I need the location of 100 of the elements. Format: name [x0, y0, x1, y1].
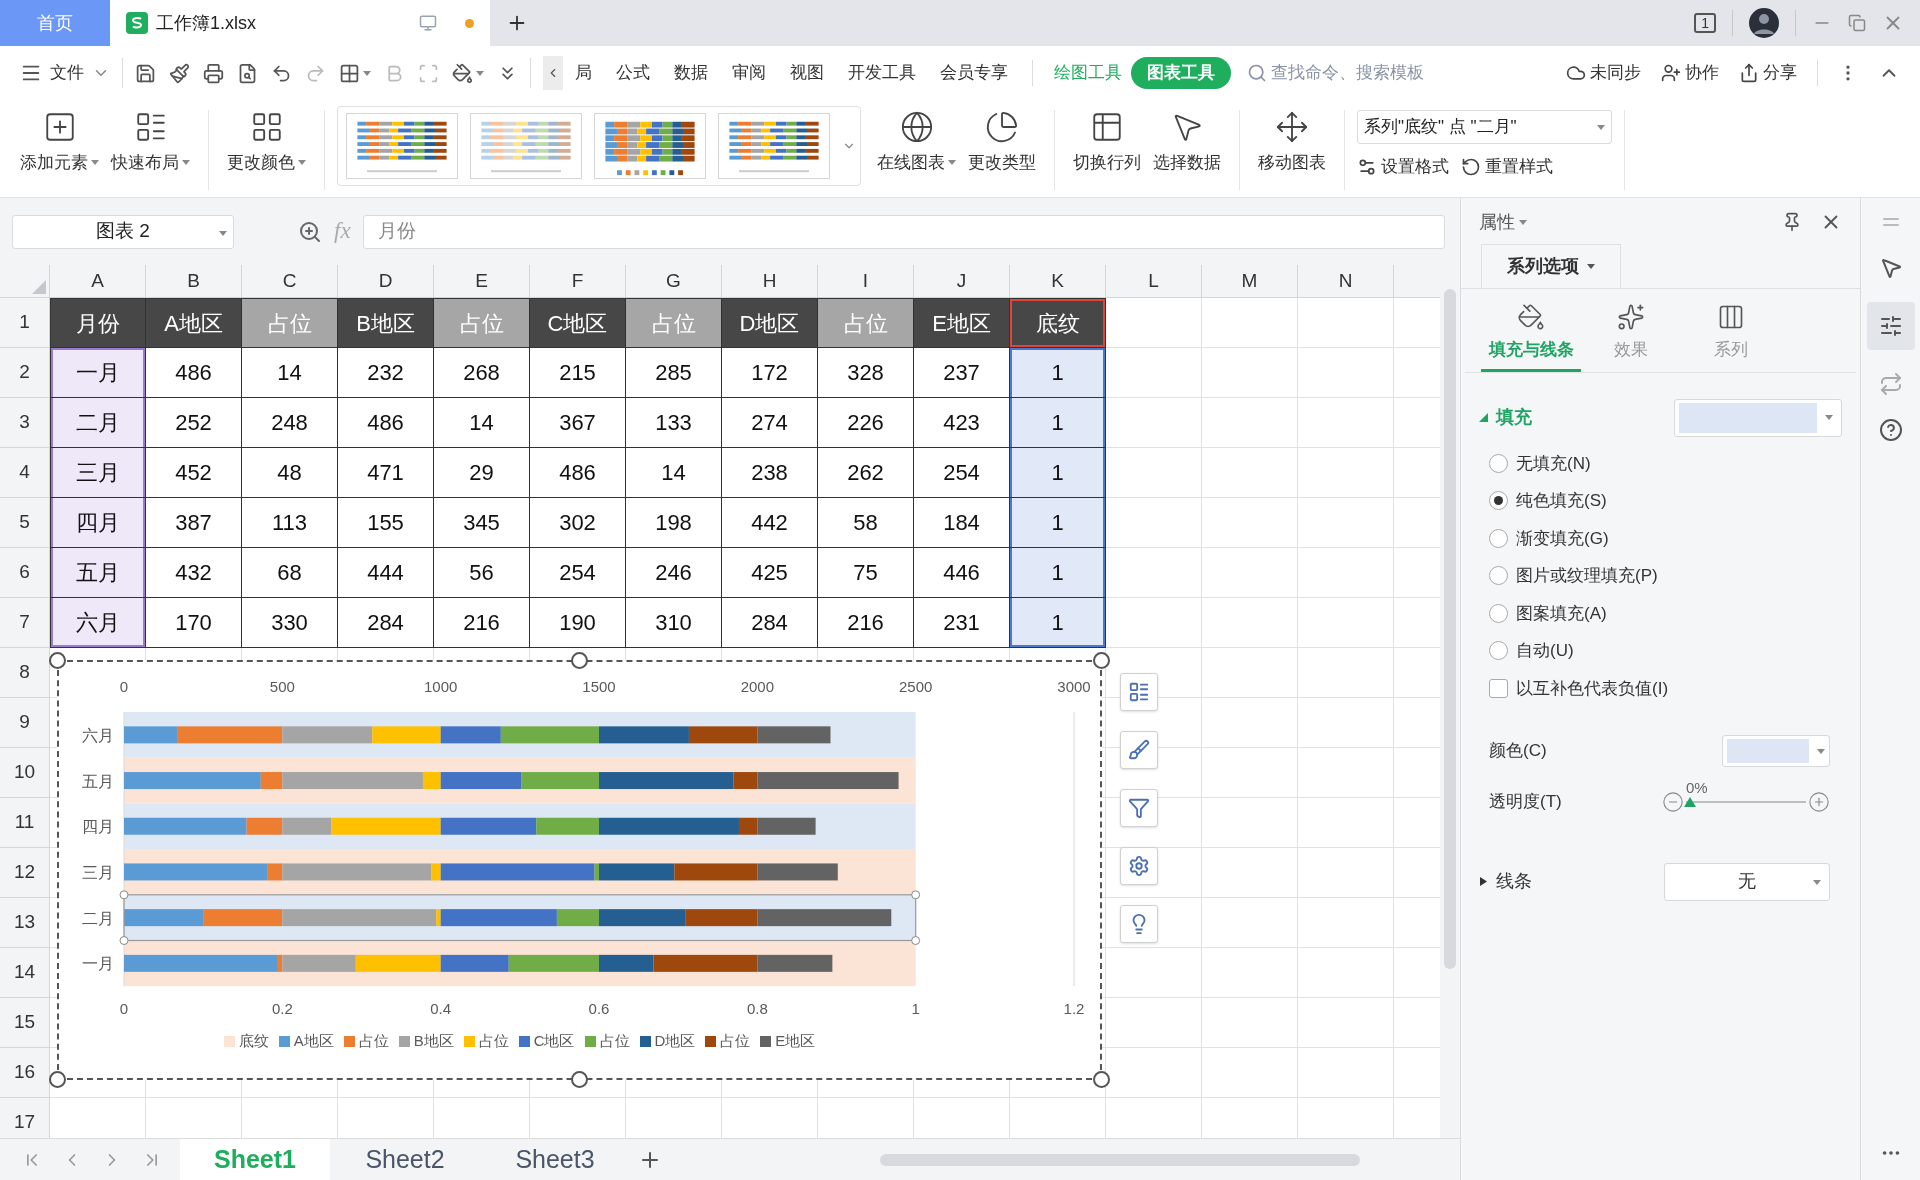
- print-preview-icon[interactable]: [237, 62, 258, 84]
- fill-color-icon[interactable]: [452, 62, 473, 84]
- formula-field[interactable]: 月份: [362, 214, 1445, 249]
- ribbon-tab[interactable]: 审阅: [720, 60, 778, 86]
- radio-option[interactable]: 自动(U): [1489, 638, 1574, 664]
- toolbar-button[interactable]: 设置格式: [1357, 154, 1449, 180]
- chart-style-thumbnail[interactable]: [470, 113, 582, 179]
- resize-handle[interactable]: [571, 652, 588, 669]
- toolbar-button[interactable]: 未同步: [1566, 60, 1641, 86]
- radio-option[interactable]: 图案填充(A): [1489, 600, 1607, 626]
- checkbox-option[interactable]: 以互补色代表负值(I): [1489, 675, 1669, 701]
- radio-option[interactable]: 渐变填充(G): [1489, 525, 1609, 551]
- toolbar-button[interactable]: 重置样式: [1461, 154, 1553, 180]
- increase-icon[interactable]: [1808, 790, 1830, 813]
- row-header[interactable]: 11: [0, 798, 50, 848]
- radio-button[interactable]: [1489, 491, 1508, 511]
- ribbon-button[interactable]: 选择数据: [1147, 110, 1227, 176]
- vertical-scrollbar[interactable]: [1440, 265, 1460, 1138]
- ribbon-button[interactable]: 切换行列: [1067, 110, 1147, 176]
- slider-thumb[interactable]: [1684, 796, 1696, 807]
- toolbar-button[interactable]: 分享: [1739, 60, 1797, 86]
- radio-button[interactable]: [1489, 603, 1508, 623]
- radio-option[interactable]: 纯色填充(S): [1489, 488, 1607, 514]
- chart-style-thumbnail[interactable]: [718, 113, 830, 179]
- save-icon[interactable]: [135, 62, 156, 84]
- row-header[interactable]: 12: [0, 848, 50, 898]
- avatar-icon[interactable]: [1749, 8, 1779, 38]
- zoom-icon[interactable]: [298, 219, 322, 244]
- color-dropdown[interactable]: [1722, 735, 1830, 767]
- radio-button[interactable]: [1489, 453, 1508, 473]
- radio-button[interactable]: [1489, 528, 1508, 548]
- name-box[interactable]: 图表 2: [12, 214, 234, 249]
- ribbon-tab[interactable]: 局: [563, 60, 604, 86]
- checkbox[interactable]: [1489, 678, 1508, 698]
- row-header[interactable]: 9: [0, 698, 50, 748]
- chart-side-button[interactable]: [1120, 673, 1158, 711]
- row-header[interactable]: 7: [0, 598, 50, 648]
- row-header[interactable]: 17: [0, 1098, 50, 1138]
- ribbon-tab[interactable]: 视图: [778, 60, 836, 86]
- resize-handle[interactable]: [1093, 652, 1110, 669]
- radio-option[interactable]: 无填充(N): [1489, 450, 1591, 476]
- format-painter-icon[interactable]: [169, 62, 190, 84]
- print-icon[interactable]: [203, 62, 224, 84]
- row-header[interactable]: 8: [0, 648, 50, 698]
- row-header[interactable]: 14: [0, 948, 50, 998]
- help-icon[interactable]: [1878, 418, 1903, 442]
- column-header[interactable]: L: [1106, 265, 1202, 298]
- sheet-tab[interactable]: Sheet3: [480, 1139, 630, 1180]
- settings-icon[interactable]: [1878, 314, 1903, 338]
- row-header[interactable]: 2: [0, 348, 50, 398]
- ribbon-tab[interactable]: 会员专享: [928, 60, 1020, 86]
- resize-handle[interactable]: [49, 652, 66, 669]
- ribbon-tab[interactable]: 数据: [662, 60, 720, 86]
- document-tab[interactable]: 工作簿1.xlsx: [110, 0, 490, 46]
- borders-icon[interactable]: [339, 62, 360, 84]
- resize-handle[interactable]: [49, 1071, 66, 1088]
- fill-color-dropdown[interactable]: [1674, 398, 1842, 437]
- chart-style-thumbnail[interactable]: [346, 113, 458, 179]
- resize-handle[interactable]: [1093, 1071, 1110, 1088]
- column-header[interactable]: M: [1202, 265, 1298, 298]
- row-header[interactable]: 1: [0, 298, 50, 348]
- row-header[interactable]: 5: [0, 498, 50, 548]
- chart-side-button[interactable]: [1120, 731, 1158, 769]
- series-options-dropdown[interactable]: 系列选项: [1481, 244, 1621, 288]
- radio-button[interactable]: [1489, 566, 1508, 586]
- row-header[interactable]: 15: [0, 998, 50, 1048]
- line-dropdown[interactable]: 无: [1664, 862, 1830, 901]
- chart-style-thumbnail[interactable]: [594, 113, 706, 179]
- window-count-button[interactable]: 1: [1694, 13, 1716, 33]
- row-header[interactable]: 16: [0, 1048, 50, 1098]
- section-toggle[interactable]: 线条: [1479, 868, 1532, 895]
- row-header[interactable]: 6: [0, 548, 50, 598]
- panel-title-menu[interactable]: 属性: [1479, 208, 1527, 236]
- ribbon-button[interactable]: 移动图表: [1252, 110, 1332, 176]
- resize-handle[interactable]: [571, 1071, 588, 1088]
- row-header[interactable]: 3: [0, 398, 50, 448]
- ribbon-tab[interactable]: 开发工具: [836, 60, 928, 86]
- file-menu[interactable]: 文件: [20, 60, 110, 86]
- row-header[interactable]: 4: [0, 448, 50, 498]
- search-field[interactable]: 查找命令、搜索模板: [1247, 60, 1497, 86]
- ribbon-button[interactable]: 添加元素: [14, 110, 105, 176]
- ribbon-button[interactable]: 更改颜色: [221, 110, 312, 176]
- ribbon-tab[interactable]: 公式: [604, 60, 662, 86]
- pin-icon[interactable]: [1782, 212, 1802, 232]
- chart-side-button[interactable]: [1120, 789, 1158, 827]
- row-header[interactable]: 10: [0, 748, 50, 798]
- element-selector[interactable]: 系列"底纹" 点 "二月": [1357, 110, 1612, 144]
- sheet-tab[interactable]: Sheet2: [330, 1139, 480, 1180]
- ribbon-button[interactable]: 在线图表: [871, 110, 962, 176]
- column-header[interactable]: N: [1298, 265, 1394, 298]
- restore-icon[interactable]: [1848, 14, 1866, 32]
- row-header[interactable]: 13: [0, 898, 50, 948]
- ribbon-button[interactable]: 更改类型: [962, 110, 1042, 176]
- chart-side-button[interactable]: [1120, 905, 1158, 943]
- decrease-icon[interactable]: [1662, 790, 1684, 813]
- chart-side-button[interactable]: [1120, 847, 1158, 885]
- radio-option[interactable]: 图片或纹理填充(P): [1489, 563, 1658, 589]
- radio-button[interactable]: [1489, 641, 1508, 661]
- toolbar-button[interactable]: 协作: [1661, 60, 1719, 86]
- ribbon-button[interactable]: 快速布局: [105, 110, 196, 176]
